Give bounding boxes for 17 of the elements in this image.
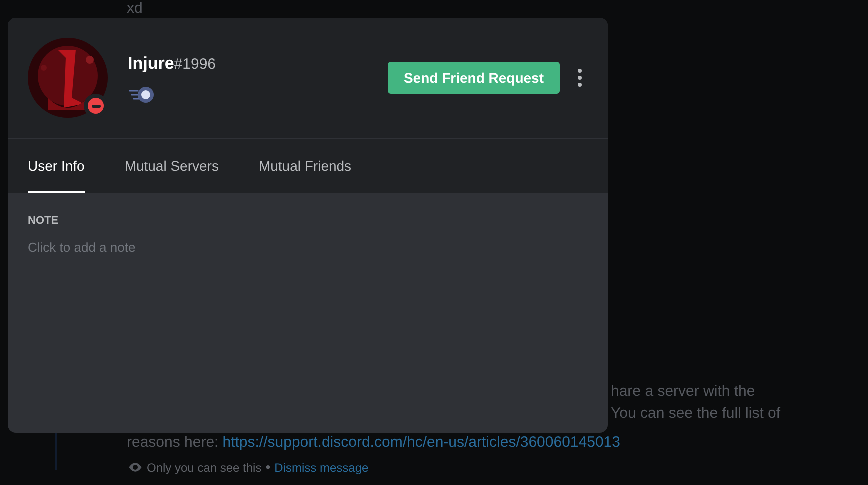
message-text: xd [127, 1, 143, 16]
discriminator: #1996 [174, 55, 216, 75]
note-heading: NOTE [28, 214, 60, 229]
eye-icon [128, 460, 143, 475]
dismiss-link[interactable]: Dismiss message [274, 458, 369, 476]
message-text: You can see the full list of [611, 404, 781, 424]
badge-icon [128, 84, 156, 104]
username: Injure [128, 53, 174, 75]
tab[interactable]: User Info [28, 139, 85, 193]
support-link[interactable]: https://support.discord.com/hc/en-us/articles/360060145013 [222, 434, 620, 451]
tab[interactable]: Mutual Friends [258, 139, 352, 193]
tab[interactable]: Mutual Servers [124, 139, 219, 193]
note-field[interactable]: Click to add a note [28, 238, 588, 257]
message-text: reasons here: [127, 434, 219, 451]
separator-dot: • [266, 458, 271, 477]
message-text: hare a server with the [611, 382, 756, 402]
footer-note: Only you can see this [147, 460, 262, 476]
